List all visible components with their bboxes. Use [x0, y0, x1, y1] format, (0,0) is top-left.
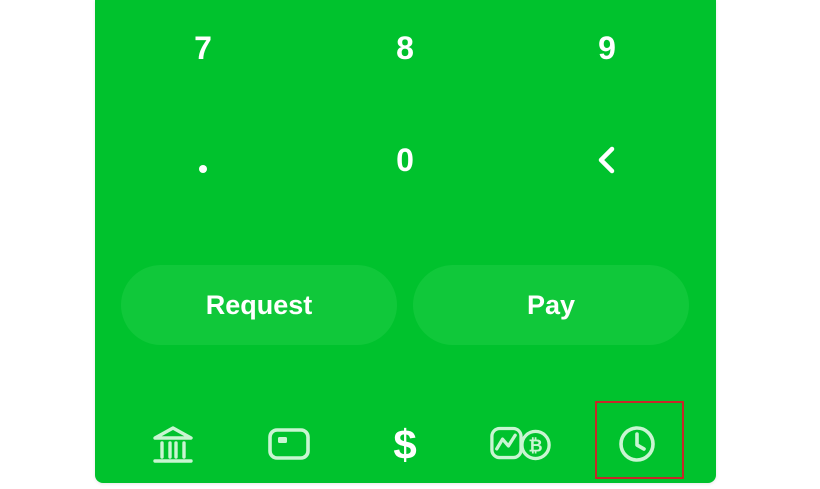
tab-investing[interactable]: ₿ [489, 412, 553, 476]
decimal-point-icon [199, 165, 207, 173]
request-button[interactable]: Request [121, 265, 397, 345]
card-icon [268, 428, 310, 460]
svg-text:₿: ₿ [528, 436, 542, 456]
key-0-label: 0 [396, 141, 414, 178]
pay-button-label: Pay [526, 289, 576, 320]
pay-button[interactable]: Pay [413, 265, 689, 345]
key-9-label: 9 [598, 29, 616, 66]
svg-text:$: $ [393, 422, 416, 466]
key-backspace[interactable] [547, 125, 667, 195]
key-7[interactable]: 7 [143, 13, 263, 83]
investing-bitcoin-icon: ₿ [490, 426, 551, 461]
dollar-icon: $ [393, 422, 416, 466]
key-8-label: 8 [396, 29, 414, 66]
clock-icon [619, 426, 655, 462]
tab-banking[interactable] [141, 412, 205, 476]
tab-activity[interactable] [605, 412, 669, 476]
tab-money[interactable]: $ [373, 412, 437, 476]
bank-icon [153, 426, 193, 463]
backspace-chevron-icon [598, 146, 615, 174]
tab-card[interactable] [257, 412, 321, 476]
key-decimal[interactable] [143, 125, 263, 195]
key-8[interactable]: 8 [345, 13, 465, 83]
key-7-label: 7 [194, 29, 212, 66]
cash-app-screen: 7 8 9 0 Request Pay $ ₿ [95, 0, 716, 483]
key-0[interactable]: 0 [345, 125, 465, 195]
key-9[interactable]: 9 [547, 13, 667, 83]
request-button-label: Request [205, 289, 313, 320]
